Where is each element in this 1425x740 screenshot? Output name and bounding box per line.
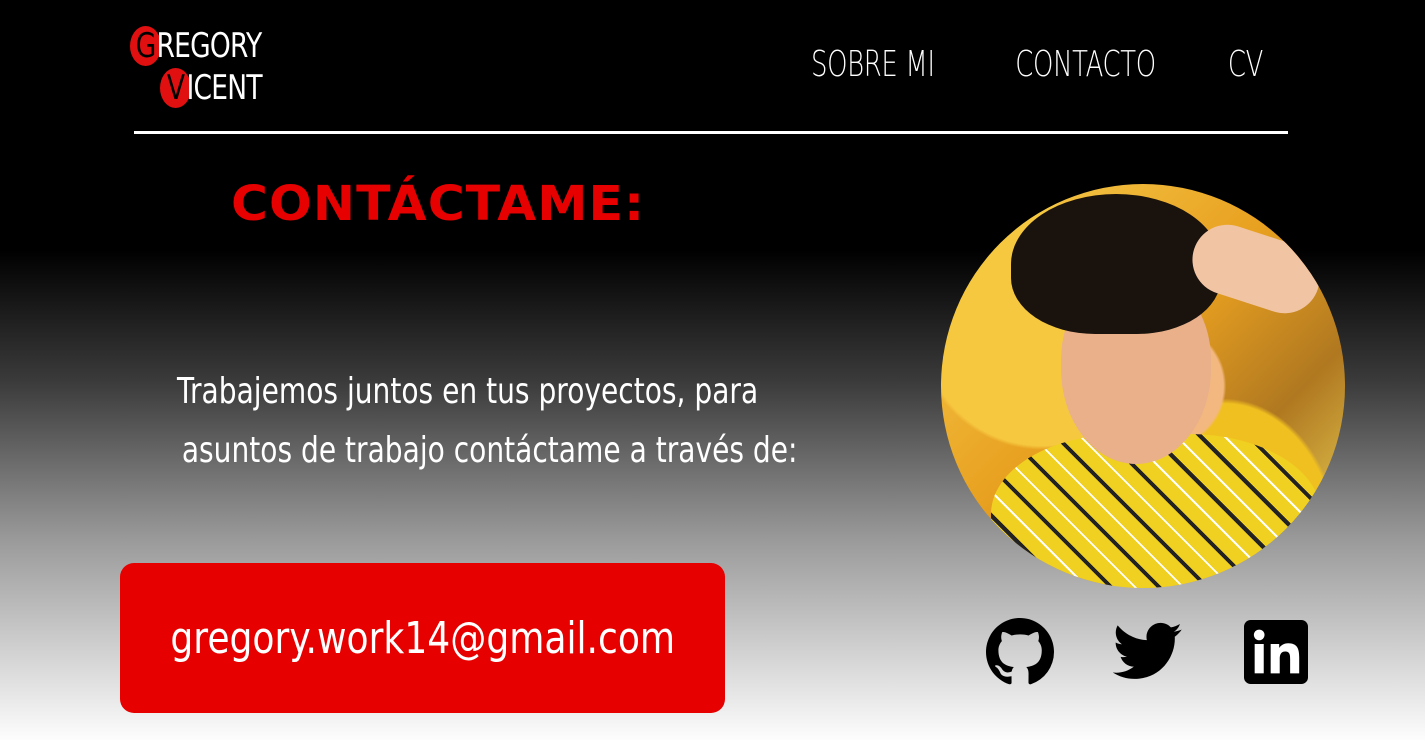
contact-message-line-2: asuntos de trabajo contáctame a través d…	[181, 430, 798, 471]
linkedin-icon[interactable]	[1241, 617, 1311, 687]
logo-text-gregory: REGORY	[156, 26, 263, 66]
email-button[interactable]: gregory.work14@gmail.com	[120, 563, 725, 713]
github-icon[interactable]	[985, 617, 1055, 687]
photo-hair	[1011, 194, 1221, 334]
logo[interactable]: G REGORY V ICENT	[130, 26, 290, 110]
logo-text-vicent: ICENT	[186, 68, 263, 108]
logo-line-1: G REGORY	[130, 26, 263, 66]
email-address: gregory.work14@gmail.com	[170, 612, 675, 664]
main-nav: SOBRE MI CONTACTO CV	[787, 44, 1270, 85]
logo-line-2: V ICENT	[160, 68, 263, 108]
contact-message: Trabajemos juntos en tus proyectos, para…	[95, 362, 798, 480]
profile-photo	[941, 184, 1345, 588]
nav-link-contacto[interactable]: CONTACTO	[1015, 44, 1156, 85]
social-links	[985, 617, 1311, 687]
twitter-icon[interactable]	[1113, 617, 1183, 687]
page-title: CONTÁCTAME:	[231, 176, 646, 232]
header-divider	[134, 131, 1288, 134]
contact-message-line-1: Trabajemos juntos en tus proyectos, para	[176, 371, 759, 412]
nav-link-cv[interactable]: CV	[1228, 44, 1263, 85]
nav-link-sobre-mi[interactable]: SOBRE MI	[811, 44, 935, 85]
